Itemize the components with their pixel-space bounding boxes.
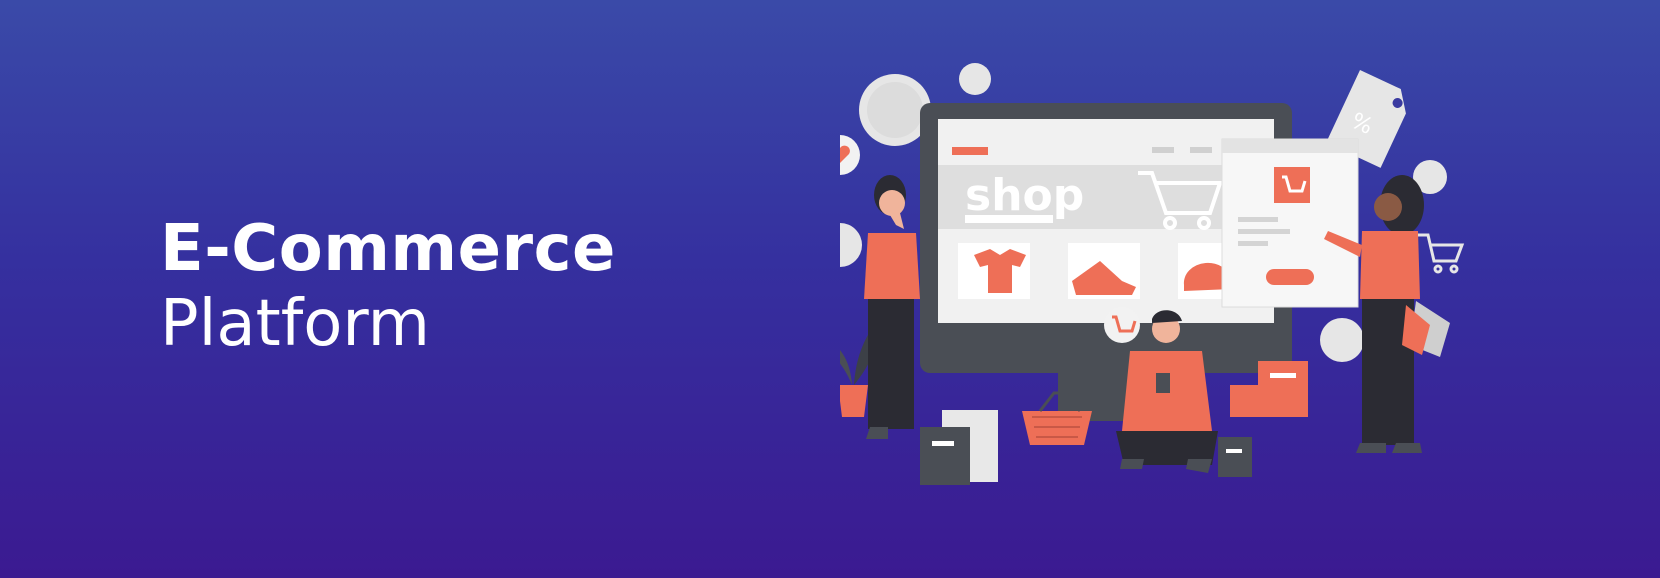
headline: E-Commerce Platform xyxy=(160,212,616,362)
heart-icon xyxy=(840,135,860,175)
headline-subtitle: Platform xyxy=(160,287,430,361)
hero-banner: E-Commerce Platform % shop xyxy=(0,0,1660,578)
small-cart-icon xyxy=(1418,233,1465,274)
woman-left-figure xyxy=(864,175,920,439)
product-card xyxy=(1221,138,1359,308)
headline-title: E-Commerce xyxy=(160,212,616,286)
screen-shop-word: shop xyxy=(965,170,1084,221)
cart-icon xyxy=(1104,307,1140,343)
ecommerce-illustration: % shop xyxy=(840,63,1465,485)
